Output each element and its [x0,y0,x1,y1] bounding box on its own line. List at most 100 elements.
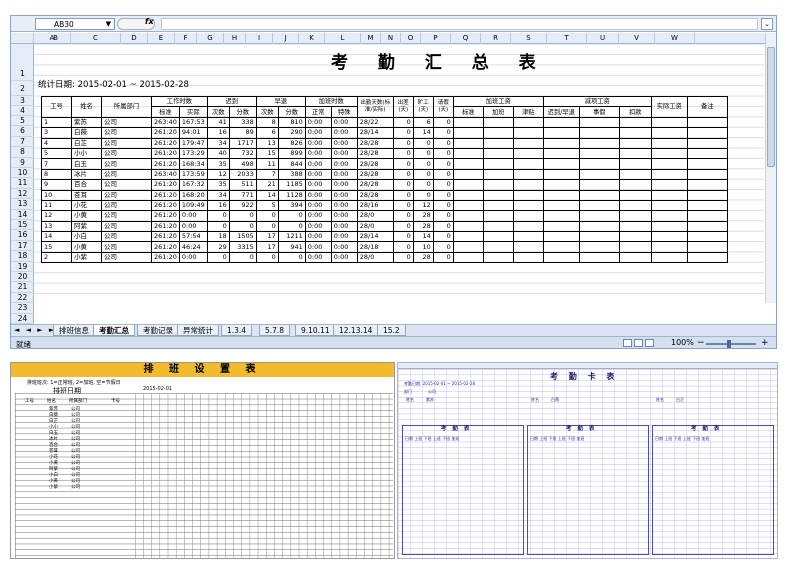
column-header[interactable]: G [197,33,224,44]
table-cell[interactable]: 小白 [71,231,102,243]
table-cell[interactable]: 0 [432,251,454,264]
empty-cell[interactable] [618,116,652,129]
table-cell[interactable]: 28/0 [356,220,394,233]
table-cell[interactable]: 0 [432,210,454,222]
expand-formula-icon[interactable]: ⌄ [761,18,773,30]
empty-cell[interactable] [542,179,580,191]
empty-cell[interactable] [452,158,484,170]
table-cell[interactable]: 阿紫 [71,220,102,233]
table-cell[interactable]: 0 [392,251,414,264]
table-cell[interactable]: 冰片 [71,168,102,181]
formula-input[interactable] [161,18,758,30]
table-cell[interactable]: 1211 [277,231,306,243]
table-cell[interactable]: 0:00 [304,210,332,222]
column-header[interactable]: R [481,33,511,44]
table-cell[interactable]: 0 [432,137,454,149]
empty-cell[interactable] [452,199,484,212]
table-cell[interactable]: 公司 [101,147,152,160]
empty-cell[interactable] [452,137,484,149]
empty-cell[interactable] [452,210,484,222]
empty-cell[interactable] [618,137,652,149]
empty-cell[interactable] [482,147,514,160]
table-cell[interactable]: 922 [228,199,257,212]
column-header[interactable]: L [325,33,361,44]
empty-cell[interactable] [578,241,620,253]
column-header[interactable]: M [361,33,381,44]
column-header[interactable]: H [224,33,246,44]
table-cell[interactable]: 0 [392,116,414,129]
table-cell[interactable]: 0:00 [330,251,358,264]
empty-cell[interactable] [542,199,580,212]
table-cell[interactable]: 11 [255,158,279,170]
empty-cell[interactable] [618,168,652,181]
table-cell[interactable]: 0:00 [304,251,332,264]
empty-cell[interactable] [578,137,620,149]
view-buttons[interactable] [623,339,659,348]
empty-cell[interactable] [618,158,652,170]
table-cell[interactable]: 167:32 [178,179,208,191]
table-cell[interactable]: 0 [392,158,414,170]
row-header[interactable]: 19 [11,262,34,272]
empty-cell[interactable] [512,220,544,233]
table-cell[interactable]: 0 [412,158,434,170]
empty-cell[interactable] [452,251,484,264]
empty-cell[interactable] [650,251,688,264]
empty-cell[interactable] [650,116,688,129]
table-cell[interactable]: 公司 [101,231,152,243]
table-cell[interactable]: 0 [255,220,279,233]
table-cell[interactable]: 3 [41,127,72,139]
table-cell[interactable]: 0 [392,189,414,201]
empty-cell[interactable] [618,220,652,233]
empty-cell[interactable] [578,210,620,222]
table-cell[interactable]: 公司 [101,168,152,181]
table-cell[interactable]: 10 [412,241,434,253]
vertical-scrollbar[interactable] [765,33,776,303]
row-header[interactable]: 8 [11,147,34,158]
table-cell[interactable]: 12 [206,168,230,181]
table-cell[interactable]: 179:47 [178,137,208,149]
empty-cell[interactable] [482,168,514,181]
table-cell[interactable]: 35 [206,158,230,170]
empty-cell[interactable] [512,147,544,160]
empty-cell[interactable] [578,220,620,233]
empty-cell[interactable] [482,220,514,233]
empty-cell[interactable] [482,210,514,222]
column-header[interactable]: D [121,33,148,44]
row-header[interactable]: 12 [11,189,34,200]
table-cell[interactable]: 1505 [228,231,257,243]
empty-cell[interactable] [686,137,728,149]
table-cell[interactable]: 0:00 [330,147,358,160]
table-cell[interactable]: 46:24 [178,241,208,253]
empty-cell[interactable] [482,127,514,139]
table-cell[interactable]: 白玉 [71,158,102,170]
table-cell[interactable]: 28/28 [356,158,394,170]
table-cell[interactable]: 0 [432,127,454,139]
table-cell[interactable]: 17 [255,231,279,243]
select-all-corner[interactable] [11,33,34,44]
column-header[interactable]: B [41,33,71,44]
table-cell[interactable]: 公司 [101,210,152,222]
table-cell[interactable]: 0:00 [304,220,332,233]
table-cell[interactable]: 173:29 [178,147,208,160]
table-cell[interactable]: 28 [412,251,434,264]
row-header[interactable]: 11 [11,178,34,189]
table-cell[interactable]: 40 [206,147,230,160]
table-cell[interactable]: 0:00 [304,241,332,253]
table-cell[interactable]: 17 [255,241,279,253]
table-cell[interactable]: 18 [206,231,230,243]
table-cell[interactable]: 0:00 [304,168,332,181]
table-cell[interactable]: 0 [412,179,434,191]
table-cell[interactable]: 公司 [101,241,152,253]
empty-cell[interactable] [618,179,652,191]
table-cell[interactable]: 261:20 [151,199,180,212]
empty-cell[interactable] [578,231,620,243]
empty-cell[interactable] [618,251,652,264]
empty-cell[interactable] [482,199,514,212]
empty-cell[interactable] [512,189,544,201]
empty-cell[interactable] [650,220,688,233]
table-cell[interactable]: 15 [41,241,72,253]
empty-cell[interactable] [650,231,688,243]
table-cell[interactable]: 0 [392,220,414,233]
table-cell[interactable]: 511 [228,179,257,191]
empty-cell[interactable] [542,241,580,253]
